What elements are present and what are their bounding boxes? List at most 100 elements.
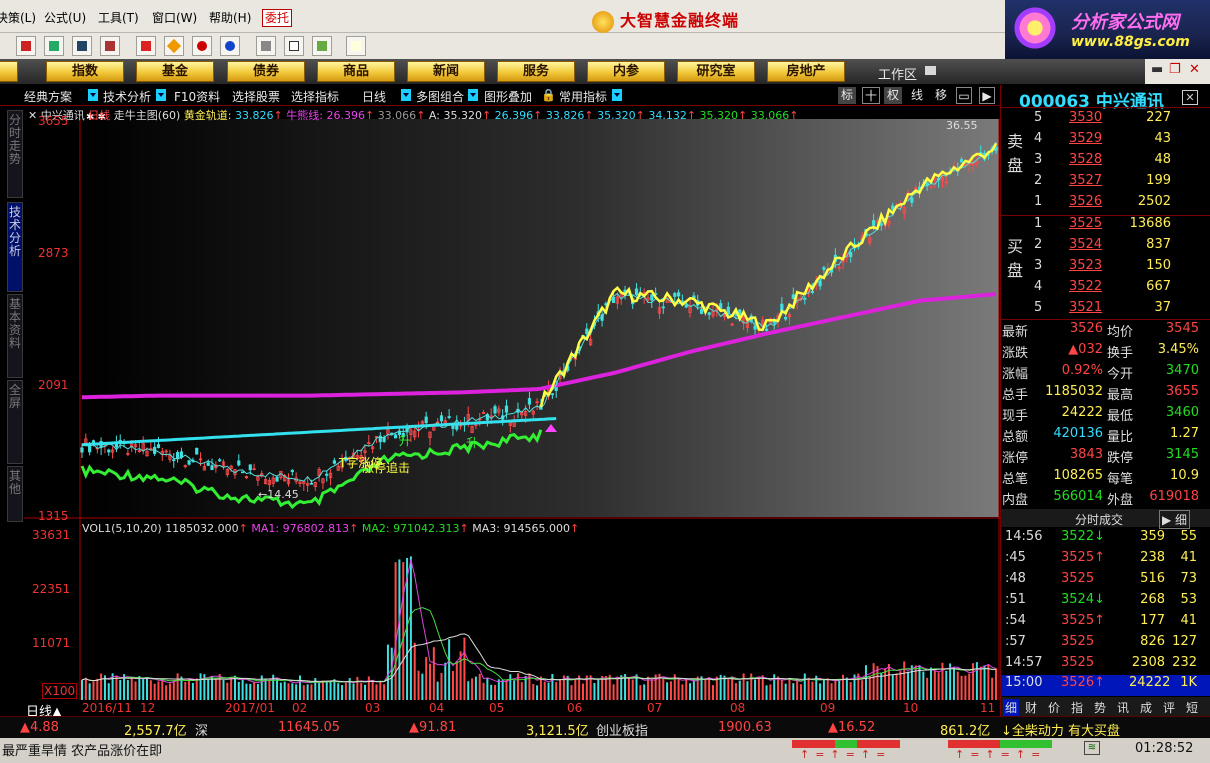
- menu-tools[interactable]: 工具(T): [98, 9, 139, 26]
- status-sz-label[interactable]: 深: [195, 720, 208, 739]
- news-ticker[interactable]: 最严重旱情 农产品涨价在即 ↑=↑=↑= ↑=↑=↑= ≋ 01:28:52: [0, 738, 1210, 763]
- panel-tab[interactable]: 讯: [1117, 699, 1129, 716]
- cat-index[interactable]: 指数: [46, 61, 124, 82]
- dropdown-arrow-icon[interactable]: [468, 89, 478, 101]
- tab-pick-stock[interactable]: 选择股票: [232, 88, 280, 105]
- volume-bar: [100, 673, 103, 700]
- cat-commodity[interactable]: 商品: [317, 61, 395, 82]
- lock-icon[interactable]: 🔒: [541, 88, 556, 102]
- diamond-icon[interactable]: [164, 36, 184, 56]
- promo-banner[interactable]: 分析家公式网 www.88gs.com: [1005, 0, 1210, 60]
- vol-ma3-label: MA3:: [472, 522, 500, 535]
- news-headline[interactable]: 最严重旱情 农产品涨价在即: [2, 740, 162, 759]
- panel-tab[interactable]: 财: [1025, 699, 1037, 716]
- tick-row: :57 3525 826 127: [1005, 634, 1197, 649]
- candle-body: [891, 205, 895, 210]
- panel-tab[interactable]: 势: [1094, 699, 1106, 716]
- status-cyb-label[interactable]: 创业板指: [596, 720, 648, 739]
- window-icon[interactable]: [284, 36, 304, 56]
- toolbar-btn-7[interactable]: [192, 36, 212, 56]
- cat-realestate[interactable]: 房地产: [767, 61, 845, 82]
- cat-stock[interactable]: 股: [0, 61, 18, 82]
- play-icon[interactable]: ▶: [979, 87, 995, 104]
- dropdown-arrow-icon[interactable]: [401, 89, 411, 101]
- panel-tab[interactable]: 评: [1163, 699, 1175, 716]
- panel-tab[interactable]: 短: [1186, 699, 1198, 716]
- menu-formula[interactable]: 公式(U): [44, 9, 86, 26]
- binocular-icon[interactable]: [72, 36, 92, 56]
- volume-bar: [119, 679, 122, 700]
- workarea-label[interactable]: 工作区: [878, 64, 917, 83]
- toggle-mark[interactable]: 标: [838, 87, 856, 104]
- restore-icon[interactable]: ❐: [1169, 62, 1181, 77]
- status-alert[interactable]: ↓全柴动力 有大买盘: [1001, 720, 1120, 739]
- cat-service[interactable]: 服务: [497, 61, 575, 82]
- tab-f10[interactable]: F10资料: [174, 88, 220, 105]
- volume-bar: [845, 677, 848, 700]
- books-icon[interactable]: [312, 36, 332, 56]
- date-label: 02: [292, 701, 308, 715]
- panel-tab[interactable]: 成: [1140, 699, 1152, 716]
- panel-tab[interactable]: 价: [1048, 699, 1060, 716]
- legend-a-value: 35.320: [443, 109, 482, 122]
- tab-multi-chart[interactable]: 多图组合: [416, 88, 464, 105]
- dropdown-icon[interactable]: [925, 66, 936, 75]
- side-tab-basic[interactable]: 基本资料: [7, 294, 23, 378]
- help-cursor-icon[interactable]: [346, 36, 366, 56]
- toolbar-btn-5[interactable]: [136, 36, 156, 56]
- tab-pick-indicator[interactable]: 选择指标: [291, 88, 339, 105]
- tick-row: 14:57 3525 2308 232: [1005, 655, 1197, 670]
- toolbar-btn-4[interactable]: [100, 36, 120, 56]
- window-mode-icon[interactable]: ▭: [956, 87, 972, 104]
- tab-tech-analysis[interactable]: 技术分析: [103, 88, 151, 105]
- status-sz-amount: 3,121.5亿: [526, 724, 589, 739]
- tab-classic[interactable]: 经典方案: [24, 88, 72, 105]
- volume-bar: [432, 647, 435, 700]
- toggle-line[interactable]: 线: [908, 87, 926, 104]
- cat-news[interactable]: 新闻: [407, 61, 485, 82]
- order-button[interactable]: 委托: [262, 9, 292, 27]
- dropdown-arrow-icon[interactable]: [612, 89, 622, 101]
- menu-window[interactable]: 窗口(W): [152, 9, 197, 26]
- legend-value-2: 26.396: [494, 109, 534, 122]
- tab-common-indicator[interactable]: 常用指标: [559, 88, 607, 105]
- tab-overlay[interactable]: 图形叠加: [484, 88, 532, 105]
- minimize-icon[interactable]: ▬: [1151, 62, 1163, 77]
- side-tab-tech[interactable]: 技术分析: [7, 202, 23, 292]
- ticks-toggle-button[interactable]: ▶ 细: [1159, 510, 1191, 529]
- toolbar-btn-2[interactable]: [44, 36, 64, 56]
- volume-bar: [214, 678, 217, 700]
- connection-icon[interactable]: ≋: [1084, 741, 1100, 755]
- close-icon[interactable]: ✕: [1189, 62, 1200, 77]
- cat-insider[interactable]: 内参: [587, 61, 665, 82]
- panel-tab[interactable]: 指: [1071, 699, 1083, 716]
- panel-tab[interactable]: 细: [1003, 699, 1020, 716]
- toggle-rights[interactable]: 权: [884, 87, 902, 104]
- volume-bar: [769, 684, 772, 700]
- toggle-crosshair[interactable]: 十: [862, 87, 880, 104]
- cat-bond[interactable]: 债券: [227, 61, 305, 82]
- date-label: 10: [903, 701, 919, 715]
- printer-icon[interactable]: [256, 36, 276, 56]
- dropdown-arrow-icon[interactable]: [88, 89, 98, 101]
- toolbar-btn-8[interactable]: [220, 36, 240, 56]
- dropdown-arrow-icon[interactable]: [156, 89, 166, 101]
- cat-research[interactable]: 研究室: [677, 61, 755, 82]
- side-tab-fullscreen[interactable]: 全屏: [7, 380, 23, 464]
- tab-period[interactable]: 日线: [362, 88, 386, 105]
- kline-chart[interactable]: ✱ ✱ ✕ 中兴通讯 日线 走牛主图(60) 黄金轨道: 33.826↑ 牛熊线…: [24, 106, 1000, 716]
- toggle-move[interactable]: 移: [932, 87, 950, 104]
- volume-bar: [907, 671, 910, 700]
- menu-help[interactable]: 帮助(H): [209, 9, 251, 26]
- volume-bar: [302, 685, 305, 700]
- legend-close-icon[interactable]: ✕: [28, 109, 37, 122]
- date-label: 04: [429, 701, 445, 715]
- tick-row-selected[interactable]: 15:00 3526↑ 24222 1K: [1001, 675, 1210, 696]
- side-tab-other[interactable]: 其他: [7, 466, 23, 522]
- volume-bar: [910, 665, 913, 700]
- toolbar-btn-1[interactable]: [16, 36, 36, 56]
- side-tab-intraday[interactable]: 分时走势: [7, 110, 23, 198]
- menu-decision[interactable]: 决策(L): [0, 9, 36, 26]
- close-icon[interactable]: ✕: [1182, 90, 1198, 105]
- cat-fund[interactable]: 基金: [136, 61, 214, 82]
